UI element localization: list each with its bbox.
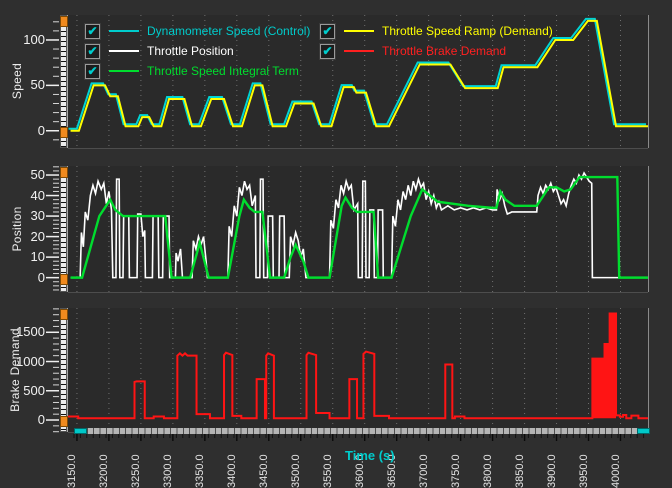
x-tick-label: 3950.0	[578, 444, 591, 488]
y-tick-label: 50	[0, 78, 45, 92]
legend-label: Throttle Speed Integral Term	[147, 64, 299, 78]
x-scrollbar-handle-right[interactable]	[637, 428, 650, 434]
legend-label: Throttle Position	[147, 44, 234, 58]
x-tick-label: 3450.0	[258, 444, 271, 488]
legend-checkbox-throttle-position[interactable]: ✔	[85, 44, 100, 59]
y-tick-label: 0	[0, 413, 45, 427]
y-tick-label: 500	[0, 384, 45, 398]
y-tick-label: 50	[0, 168, 45, 182]
legend-row: ✔ Dynamometer Speed (Control)	[85, 23, 310, 39]
y-axis-slider[interactable]	[60, 308, 67, 432]
legend-row: ✔ Throttle Brake Demand	[320, 43, 506, 59]
y-axis-slider-handle-top[interactable]	[60, 16, 68, 27]
x-tick-label: 4000.0	[610, 444, 623, 488]
y-tick-label: 0	[0, 271, 45, 285]
x-tick-label: 3900.0	[546, 444, 559, 488]
legend-checkbox-speed-ramp[interactable]: ✔	[320, 24, 335, 39]
y-tick-label: 40	[0, 189, 45, 203]
legend-line-sample	[109, 50, 139, 52]
x-axis-scrollbar-track[interactable]	[74, 428, 650, 434]
x-tick-label: 3350.0	[194, 444, 207, 488]
legend-row: ✔ Throttle Speed Integral Term	[85, 63, 299, 79]
legend-row: ✔ Throttle Speed Ramp (Demand)	[320, 23, 553, 39]
x-axis-title: Time (s)	[345, 448, 395, 463]
x-tick-label: 3500.0	[290, 444, 303, 488]
y-tick-label: 1500	[0, 325, 45, 339]
y-axis-slider-handle-top[interactable]	[60, 309, 68, 320]
legend-checkbox-integral-term[interactable]: ✔	[85, 64, 100, 79]
legend-checkbox-dynamometer-speed[interactable]: ✔	[85, 24, 100, 39]
x-tick-label: 3750.0	[450, 444, 463, 488]
y-tick-label: 30	[0, 209, 45, 223]
y-tick-label: 0	[0, 124, 45, 138]
y-axis-slider-handle-top[interactable]	[60, 167, 68, 178]
y-tick-label: 100	[0, 33, 45, 47]
y-axis-slider-handle-bottom[interactable]	[60, 416, 68, 427]
x-tick-label: 3800.0	[482, 444, 495, 488]
x-tick-label: 3400.0	[226, 444, 239, 488]
x-scrollbar-handle-left[interactable]	[74, 428, 87, 434]
y-tick-label: 20	[0, 230, 45, 244]
legend-label: Dynamometer Speed (Control)	[147, 24, 310, 38]
y-axis-slider-handle-bottom[interactable]	[60, 274, 68, 285]
y-tick-label: 10	[0, 250, 45, 264]
legend-line-sample	[344, 50, 374, 52]
x-tick-label: 3300.0	[162, 444, 175, 488]
y-axis-slider-handle-bottom[interactable]	[60, 127, 68, 138]
legend-label: Throttle Speed Ramp (Demand)	[382, 24, 553, 38]
x-tick-label: 3250.0	[130, 444, 143, 488]
x-tick-label: 3700.0	[418, 444, 431, 488]
legend-line-sample	[109, 30, 139, 32]
x-tick-label: 3850.0	[514, 444, 527, 488]
x-tick-label: 3200.0	[98, 444, 111, 488]
legend-row: ✔ Throttle Position	[85, 43, 234, 59]
legend-label: Throttle Brake Demand	[382, 44, 506, 58]
x-tick-label: 3150.0	[66, 444, 79, 488]
legend-checkbox-brake-demand[interactable]: ✔	[320, 44, 335, 59]
plot-window: Speed Position Brake Demand ✔ Dynamomete…	[0, 0, 672, 488]
legend-line-sample	[344, 30, 374, 32]
x-tick-label: 3550.0	[322, 444, 335, 488]
y-axis-title-brake-demand: Brake Demand	[8, 328, 22, 412]
y-tick-label: 1000	[0, 355, 45, 369]
legend-line-sample	[109, 70, 139, 72]
